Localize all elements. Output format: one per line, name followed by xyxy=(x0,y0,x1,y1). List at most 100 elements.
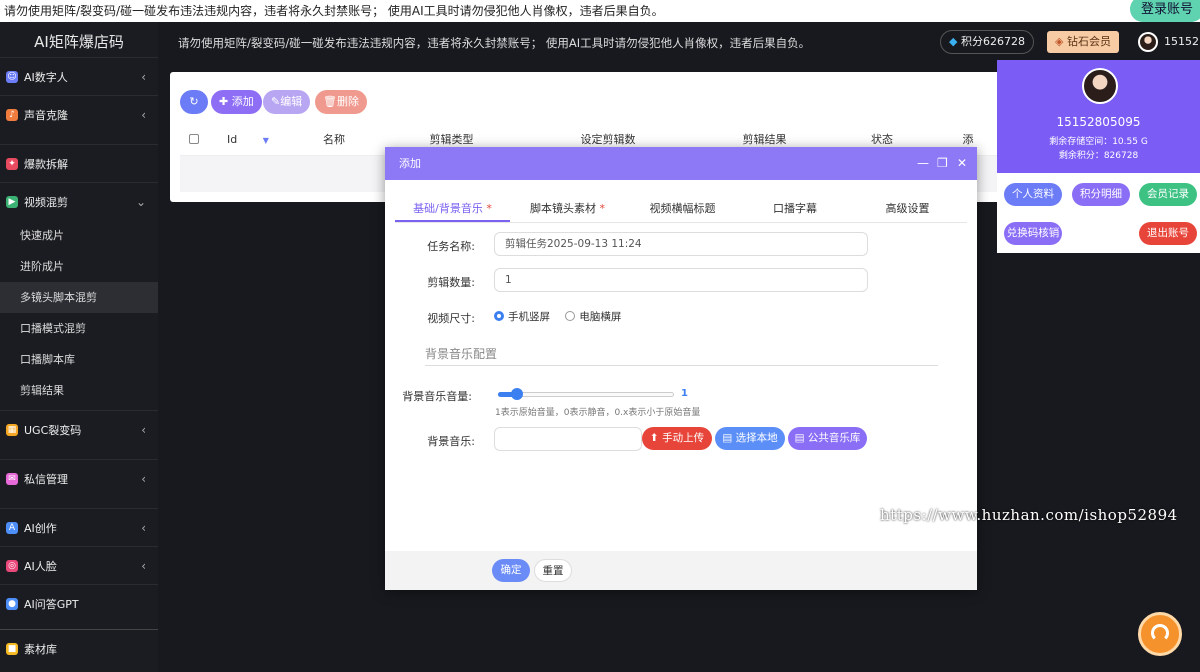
sidebar-item-ai-create[interactable]: A AI创作 ‹ xyxy=(0,508,158,546)
upload-icon: ⬆ xyxy=(649,432,659,444)
points-detail-button[interactable]: 积分明细 xyxy=(1072,183,1130,206)
col-header-id[interactable]: Id ▼ xyxy=(208,124,288,156)
message-icon: ✉ xyxy=(6,472,18,485)
close-icon[interactable]: ✕ xyxy=(957,147,967,180)
refresh-icon: ↻ xyxy=(189,95,199,108)
maximize-icon[interactable]: ❐ xyxy=(937,147,948,180)
tab-advanced[interactable]: 高级设置 xyxy=(850,200,965,220)
reset-button[interactable]: 重置 xyxy=(534,559,572,582)
music-label: 背景音乐: xyxy=(427,435,475,448)
login-button[interactable]: 登录账号 xyxy=(1130,0,1200,22)
count-label: 剪辑数量: xyxy=(427,276,475,289)
header-username[interactable]: 15152 xyxy=(1164,35,1199,48)
sidebar-subitem[interactable]: 口播模式混剪 xyxy=(0,313,158,344)
add-button[interactable]: ✚ 添加 xyxy=(211,90,262,114)
modal-header: 添加 — ❐ ✕ xyxy=(385,147,977,180)
sort-down-icon: ▼ xyxy=(262,136,269,145)
sidebar-item-label: AI创作 xyxy=(24,521,57,535)
sidebar-item-library[interactable]: ■ 素材库 xyxy=(0,629,158,667)
folder-icon: ■ xyxy=(6,642,18,655)
sidebar-item-label: 爆款拆解 xyxy=(24,157,68,171)
task-name-input[interactable]: 剪辑任务2025-09-13 11:24 xyxy=(494,232,868,256)
sidebar-subitem-active[interactable]: 多镜头脚本混剪 xyxy=(0,282,158,313)
user-panel: 15152805095 剩余存储空间：10.55 G 剩余积分：826728 个… xyxy=(997,60,1200,253)
sidebar-item-label: UGC裂变码 xyxy=(24,423,82,437)
sidebar-item-messages[interactable]: ✉ 私信管理 ‹ xyxy=(0,459,158,497)
modal-footer: 确定 重置 xyxy=(385,551,977,590)
tab-script-material[interactable]: 脚本镜头素材 * xyxy=(510,200,625,220)
user-phone: 15152805095 xyxy=(1056,115,1141,129)
confirm-button[interactable]: 确定 xyxy=(492,559,530,582)
radio-label: 电脑横屏 xyxy=(579,311,622,323)
modal-title: 添加 xyxy=(399,157,421,170)
sidebar-subitem[interactable]: 进阶成片 xyxy=(0,251,158,282)
choose-local-label: 选择本地 xyxy=(735,432,778,444)
minimize-icon[interactable]: — xyxy=(917,147,929,180)
tab-basic-music[interactable]: 基础/背景音乐 * xyxy=(395,200,510,222)
sidebar-subitem[interactable]: 口播脚本库 xyxy=(0,344,158,375)
section-divider xyxy=(425,365,938,366)
col-header-label: Id xyxy=(227,133,238,146)
col-header-name[interactable]: 名称 xyxy=(288,124,380,156)
header: 请勿使用矩阵/裂变码/碰一碰发布违法违规内容，违者将永久封禁账号； 使用AI工具… xyxy=(158,22,1200,62)
headset-icon xyxy=(1151,624,1169,642)
edit-button[interactable]: ✎编辑 xyxy=(263,90,311,114)
volume-hint: 1表示原始音量，0表示静音，0.x表示小于原始音量 xyxy=(495,408,701,418)
sidebar: AI矩阵爆店码 ☺ AI数字人 ‹ ♪ 声音克隆 ‹ ✦ 爆款拆解 ▶ 视频混剪… xyxy=(0,0,158,672)
radio-landscape[interactable]: 电脑横屏 xyxy=(565,311,621,323)
profile-button[interactable]: 个人资料 xyxy=(1004,183,1062,206)
upload-label: 手动上传 xyxy=(662,432,705,444)
public-library-button[interactable]: ▤ 公共音乐库 xyxy=(788,427,867,450)
pencil-icon: ✎ xyxy=(271,95,281,108)
fire-icon: ✦ xyxy=(6,157,18,170)
chevron-left-icon: ‹ xyxy=(141,69,146,84)
user-points: 剩余积分：826728 xyxy=(1058,151,1139,161)
sidebar-item-hit-analysis[interactable]: ✦ 爆款拆解 xyxy=(0,144,158,182)
delete-button[interactable]: 🗑删除 xyxy=(315,90,367,114)
sidebar-item-label: AI人脸 xyxy=(24,559,57,573)
tab-label: 基础/背景音乐 xyxy=(413,202,483,215)
sidebar-item-label: 私信管理 xyxy=(24,472,68,486)
refresh-button[interactable]: ↻ xyxy=(180,90,208,114)
sidebar-item-ugc[interactable]: ▦ UGC裂变码 ‹ xyxy=(0,410,158,448)
volume-slider-handle[interactable] xyxy=(511,388,523,400)
sidebar-item-video-mix[interactable]: ▶ 视频混剪 ⌄ xyxy=(0,182,158,220)
sidebar-subitem[interactable]: 剪辑结果 xyxy=(0,375,158,406)
public-library-label: 公共音乐库 xyxy=(807,432,861,444)
sidebar-item-ai-face[interactable]: ◎ AI人脸 ‹ xyxy=(0,546,158,584)
top-notice-bar: 请勿使用矩阵/裂变码/碰一碰发布违法违规内容，违者将永久封禁账号； 使用AI工具… xyxy=(0,0,1200,22)
sidebar-subitem[interactable]: 快速成片 xyxy=(0,220,158,251)
member-record-button[interactable]: 会员记录 xyxy=(1139,183,1197,206)
upload-button[interactable]: ⬆ 手动上传 xyxy=(642,427,712,450)
user-panel-header: 15152805095 剩余存储空间：10.55 G 剩余积分：826728 xyxy=(997,60,1200,173)
logout-button[interactable]: 退出账号 xyxy=(1139,222,1197,245)
tab-divider xyxy=(395,222,967,223)
sidebar-item-ai-digital-human[interactable]: ☺ AI数字人 ‹ xyxy=(0,57,158,95)
size-radio-group: 手机竖屏 电脑横屏 xyxy=(494,309,621,324)
list-icon: ▤ xyxy=(794,432,805,444)
redeem-button[interactable]: 兑换码核销 xyxy=(1004,222,1062,245)
radio-portrait[interactable]: 手机竖屏 xyxy=(494,311,550,323)
sidebar-item-voice-clone[interactable]: ♪ 声音克隆 ‹ xyxy=(0,95,158,133)
volume-slider-track[interactable] xyxy=(498,388,674,400)
task-name-label: 任务名称: xyxy=(427,240,475,253)
sidebar-item-ai-gpt[interactable]: ● AI问答GPT xyxy=(0,584,158,622)
chevron-left-icon: ‹ xyxy=(141,422,146,437)
edit-button-label: 编辑 xyxy=(280,95,303,108)
vip-badge[interactable]: ◈ 钻石会员 xyxy=(1047,31,1119,53)
list-icon: ▤ xyxy=(722,432,733,444)
count-input[interactable]: 1 xyxy=(494,268,868,292)
tab-banner-title[interactable]: 视频横幅标题 xyxy=(625,200,740,220)
music-input[interactable] xyxy=(494,427,642,451)
grid-icon: ▦ xyxy=(6,423,18,436)
tab-subtitles[interactable]: 口播字幕 xyxy=(740,200,850,220)
ai-icon: A xyxy=(6,521,18,534)
delete-button-label: 删除 xyxy=(336,95,359,108)
radio-label: 手机竖屏 xyxy=(508,311,550,323)
points-badge[interactable]: ◆ 积分626728 xyxy=(940,30,1034,54)
support-button[interactable] xyxy=(1138,612,1182,656)
header-avatar[interactable] xyxy=(1138,32,1158,52)
chat-icon: ● xyxy=(6,597,18,610)
choose-local-button[interactable]: ▤ 选择本地 xyxy=(715,427,785,450)
select-all-checkbox[interactable] xyxy=(180,124,208,156)
